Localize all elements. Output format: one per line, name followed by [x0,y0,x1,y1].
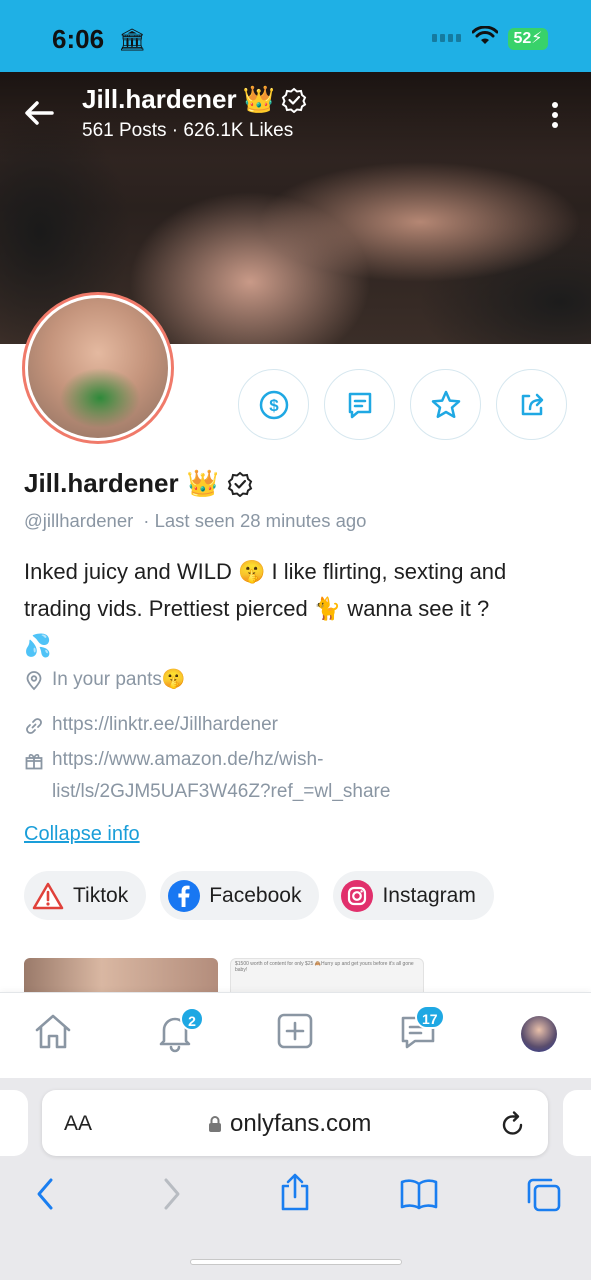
location-row: In your pants🤫 [24,664,186,696]
browser-forward-icon[interactable] [161,1176,183,1212]
share-button[interactable] [496,369,567,440]
bookmarks-icon[interactable] [398,1176,440,1212]
wishlist-link[interactable]: https://www.amazon.de/hz/wish- list/ls/2… [52,744,390,808]
back-arrow-icon[interactable] [22,98,56,128]
share-icon [521,393,543,415]
url-display[interactable]: onlyfans.com [208,1110,371,1138]
gift-icon [25,754,43,770]
social-links: Tiktok Facebook Instagram [24,871,494,920]
lock-icon [209,1116,221,1132]
dollar-icon: $ [259,390,288,419]
warning-icon [32,880,64,912]
add-post-icon[interactable] [275,1011,315,1051]
message-icon [348,392,371,418]
header-name: Jill.hardener 👑 [82,84,307,115]
more-options-icon[interactable] [548,100,562,130]
location-pin-icon [26,671,42,691]
address-bar[interactable]: AA onlyfans.com [42,1090,548,1156]
notifications-nav[interactable]: 2 [154,1007,204,1058]
message-button[interactable] [324,369,395,440]
link-row[interactable]: https://linktr.ee/Jillhardener [24,709,278,741]
verified-icon [281,87,307,113]
browser-chrome: AA onlyfans.com [0,1078,591,1280]
instagram-label: Instagram [382,883,476,907]
status-time: 6:06 [52,24,105,54]
bank-icon: 🏛 [118,27,146,52]
promo-preview-text: $1500 worth of content for only $25 🙈Hur… [235,961,414,973]
location-text: In your pants🤫 [52,669,186,690]
header-stats: 561 Posts · 626.1K Likes [82,120,294,141]
user-avatar[interactable] [521,1016,557,1052]
bottom-navigation: 2 17 [0,992,591,1078]
home-icon[interactable] [32,1011,74,1053]
crown-icon: 👑 [186,468,219,498]
notifications-badge: 2 [180,1007,204,1031]
crown-icon: 👑 [242,84,275,114]
favorite-button[interactable] [410,369,481,440]
profile-actions: $ [238,369,567,440]
wifi-icon [472,26,498,44]
battery-indicator: 52⚡ [508,28,548,50]
star-icon [431,390,460,418]
messages-nav[interactable]: 17 [397,1005,445,1058]
collapse-info-link[interactable]: Collapse info [24,823,140,846]
text-size-button[interactable]: AA [64,1112,92,1136]
bio-line: trading vids. Prettiest pierced 🐈 wanna … [24,596,490,621]
tip-button[interactable]: $ [238,369,309,440]
tiktok-chip[interactable]: Tiktok [24,871,147,920]
facebook-label: Facebook [209,883,302,907]
username-handle: @jillhardener [24,510,134,531]
share-icon[interactable] [278,1172,312,1212]
last-seen-text: · Last seen 28 minutes ago [143,510,367,531]
browser-back-icon[interactable] [34,1176,56,1212]
bio-line: 💦 [24,633,52,658]
next-tab-edge[interactable] [563,1090,591,1156]
handle-line: @jillhardener · Last seen 28 minutes ago [24,510,366,532]
bio-line: Inked juicy and WILD 🤫 I like flirting, … [24,559,507,584]
profile-bio: Inked juicy and WILD 🤫 I like flirting, … [24,553,564,664]
status-bar: 6:06 🏛 52⚡ [0,0,591,72]
previous-tab-edge[interactable] [0,1090,28,1156]
instagram-icon [341,879,374,912]
verified-icon [227,471,253,497]
messages-badge: 17 [415,1005,445,1029]
profile-name: Jill.hardener 👑 [24,468,253,499]
profile-avatar[interactable] [22,292,174,444]
tabs-icon[interactable] [525,1176,563,1214]
wishlist-row[interactable]: https://www.amazon.de/hz/wish- list/ls/2… [24,744,390,808]
linktree-link[interactable]: https://linktr.ee/Jillhardener [52,709,278,741]
instagram-chip[interactable]: Instagram [333,871,494,920]
reload-icon[interactable] [500,1110,526,1138]
link-icon [26,718,42,734]
facebook-icon [168,879,201,912]
cellular-signal-icon [432,34,461,42]
home-indicator[interactable] [190,1259,402,1265]
tiktok-label: Tiktok [73,883,129,907]
facebook-chip[interactable]: Facebook [160,871,320,920]
svg-text:$: $ [269,396,279,415]
